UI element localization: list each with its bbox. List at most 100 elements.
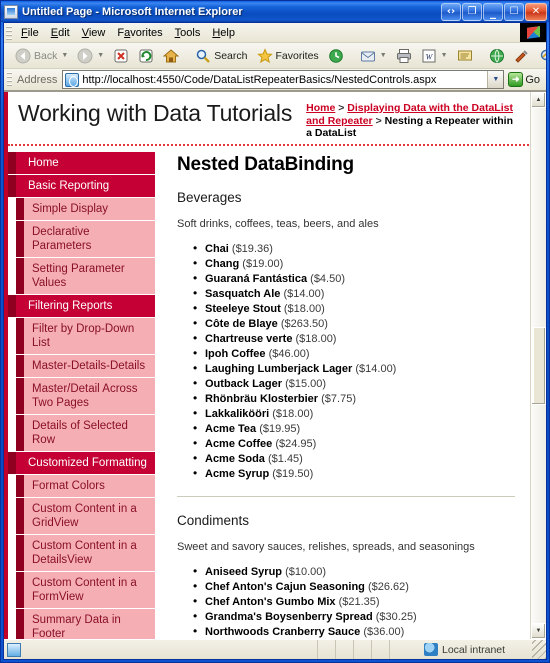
history-button[interactable] <box>324 45 348 67</box>
sidebar-item-basic-reporting[interactable]: Basic Reporting <box>8 174 155 198</box>
home-icon <box>163 48 180 62</box>
sidebar-item-custom-content-in-a-detailsview[interactable]: Custom Content in a DetailsView <box>16 534 155 572</box>
sidebar-item-details-of-selected-row[interactable]: Details of Selected Row <box>16 414 155 452</box>
stop-button[interactable] <box>109 45 133 67</box>
product-name: Rhönbräu Klosterbier <box>205 392 319 405</box>
go-label: Go <box>525 73 540 86</box>
sidebar-item-simple-display[interactable]: Simple Display <box>16 197 155 221</box>
scroll-thumb[interactable] <box>531 326 546 405</box>
breadcrumb-sep-2: > <box>372 114 385 127</box>
restore-window-glyph: ❐ <box>467 5 477 17</box>
category-name: Condiments <box>177 512 250 528</box>
favorites-button[interactable]: Favorites <box>253 45 323 67</box>
product-price: ($14.00) <box>283 287 325 300</box>
sidebar-item-declarative-parameters[interactable]: Declarative Parameters <box>16 220 155 258</box>
sidebar-item-customized-formatting[interactable]: Customized Formatting <box>8 451 155 475</box>
list-item: Acme Tea ($19.95) <box>177 421 515 437</box>
scroll-up-arrow-icon[interactable]: ▲ <box>531 92 546 108</box>
forward-chevron-down-icon[interactable]: ▼ <box>97 52 104 59</box>
restore-window-button[interactable]: ❐ <box>462 2 482 21</box>
product-name: Northwoods Cranberry Sauce <box>205 625 361 638</box>
page-title: Working with Data Tutorials <box>18 100 293 126</box>
menu-favorites[interactable]: Favorites <box>111 25 168 41</box>
page-favicon-icon <box>65 72 80 87</box>
discuss-icon <box>457 50 472 60</box>
sidebar-item-setting-parameter-values[interactable]: Setting Parameter Values <box>16 257 155 295</box>
product-price: ($4.50) <box>310 272 346 285</box>
sidebar-item-filtering-reports[interactable]: Filtering Reports <box>8 294 155 318</box>
minimize-button[interactable]: _ <box>483 2 503 21</box>
edit-word-button[interactable]: W ▼ <box>417 45 452 67</box>
menu-tools-rest: ools <box>180 26 201 39</box>
menu-help[interactable]: Help <box>206 25 241 41</box>
menu-tools[interactable]: Tools <box>169 25 207 41</box>
favorites-icon <box>256 47 273 63</box>
mail-button[interactable]: ▼ <box>356 45 391 67</box>
product-price: ($30.25) <box>375 610 417 623</box>
edit-chevron-down-icon[interactable]: ▼ <box>441 52 448 59</box>
highlight-button[interactable] <box>535 45 546 67</box>
sidebar-item-master-detail-across-two-pages[interactable]: Master/Detail Across Two Pages <box>16 377 155 415</box>
list-item: Chartreuse verte ($18.00) <box>177 331 515 347</box>
sidebar-item-filter-by-drop-down-list[interactable]: Filter by Drop-Down List <box>16 317 155 355</box>
product-name: Acme Syrup <box>205 467 270 480</box>
list-item: Chai ($19.36) <box>177 241 515 257</box>
sidebar-item-summary-data-in-footer[interactable]: Summary Data in Footer <box>16 608 155 639</box>
list-item: Steeleye Stout ($18.00) <box>177 301 515 317</box>
page-body: Home Basic Reporting Simple Display Declara… <box>8 145 529 640</box>
back-chevron-down-icon[interactable]: ▼ <box>61 52 68 59</box>
forward-button[interactable]: ▼ <box>73 45 108 67</box>
menu-edit-rest: dit <box>58 26 70 39</box>
list-item: Aniseed Syrup ($10.00) <box>177 564 515 580</box>
restore-group-button[interactable]: ‹› <box>441 2 461 21</box>
sidebar-item-master-details-details[interactable]: Master-Details-Details <box>16 354 155 378</box>
sidebar-item-custom-content-in-a-gridview[interactable]: Custom Content in a GridView <box>16 497 155 535</box>
scroll-track-bottom[interactable] <box>531 404 546 623</box>
mail-chevron-down-icon[interactable]: ▼ <box>380 52 387 59</box>
favorites-label: Favorites <box>275 49 319 62</box>
scroll-track-top[interactable] <box>531 108 546 327</box>
product-name: Acme Coffee <box>205 437 273 450</box>
back-button[interactable]: Back ▼ <box>11 45 72 67</box>
list-item: Acme Syrup ($19.50) <box>177 466 515 482</box>
product-list: Aniseed Syrup ($10.00)Chef Anton's Cajun… <box>177 564 515 640</box>
sidebar-nav: Home Basic Reporting Simple Display Declara… <box>8 145 155 639</box>
product-list: Chai ($19.36)Chang ($19.00)Guaraná Fantá… <box>177 241 515 482</box>
list-item: Outback Lager ($15.00) <box>177 376 515 392</box>
status-cell-3 <box>354 640 372 659</box>
menu-file[interactable]: File <box>15 25 45 41</box>
close-button[interactable]: ✕ <box>525 2 547 21</box>
address-chevron-down-icon[interactable]: ▼ <box>487 71 504 88</box>
print-button[interactable] <box>392 45 416 67</box>
refresh-button[interactable] <box>134 45 158 67</box>
sidebar-item-home[interactable]: Home <box>8 151 155 175</box>
forward-icon <box>77 48 93 63</box>
menu-edit[interactable]: Edit <box>45 25 76 41</box>
windows-flag-logo <box>520 23 546 42</box>
search-button[interactable]: Search <box>191 45 251 67</box>
product-price: ($7.75) <box>321 392 356 405</box>
product-name: Chai <box>205 242 229 255</box>
research-button[interactable] <box>510 45 534 67</box>
messenger-button[interactable] <box>485 45 509 67</box>
address-input[interactable]: http://localhost:4550/Code/DataListRepea… <box>62 70 505 89</box>
discuss-button[interactable] <box>453 45 477 67</box>
sidebar-item-format-colors[interactable]: Format Colors <box>16 474 155 498</box>
go-arrow-icon: ➜ <box>508 72 524 87</box>
address-grip[interactable] <box>7 71 12 88</box>
go-button[interactable]: ➜ Go <box>507 71 544 88</box>
scroll-down-arrow-icon[interactable]: ▼ <box>531 623 546 639</box>
home-button[interactable] <box>159 45 183 67</box>
menu-view[interactable]: View <box>76 25 112 41</box>
breadcrumb-link-home[interactable]: Home <box>306 102 335 114</box>
product-price: ($19.50) <box>272 467 314 480</box>
vertical-scrollbar[interactable]: ▲ ▼ <box>530 92 546 639</box>
product-name: Aniseed Syrup <box>205 565 283 578</box>
category-description: Soft drinks, coffees, teas, beers, and a… <box>177 217 379 230</box>
maximize-button[interactable]: ☐ <box>504 2 524 21</box>
sidebar-item-custom-content-in-a-formview[interactable]: Custom Content in a FormView <box>16 571 155 609</box>
resize-grip[interactable] <box>532 640 546 659</box>
security-zone[interactable]: Local intranet <box>390 640 532 659</box>
menu-grip[interactable] <box>6 25 12 40</box>
list-item: Lakkalikööri ($18.00) <box>177 406 515 422</box>
